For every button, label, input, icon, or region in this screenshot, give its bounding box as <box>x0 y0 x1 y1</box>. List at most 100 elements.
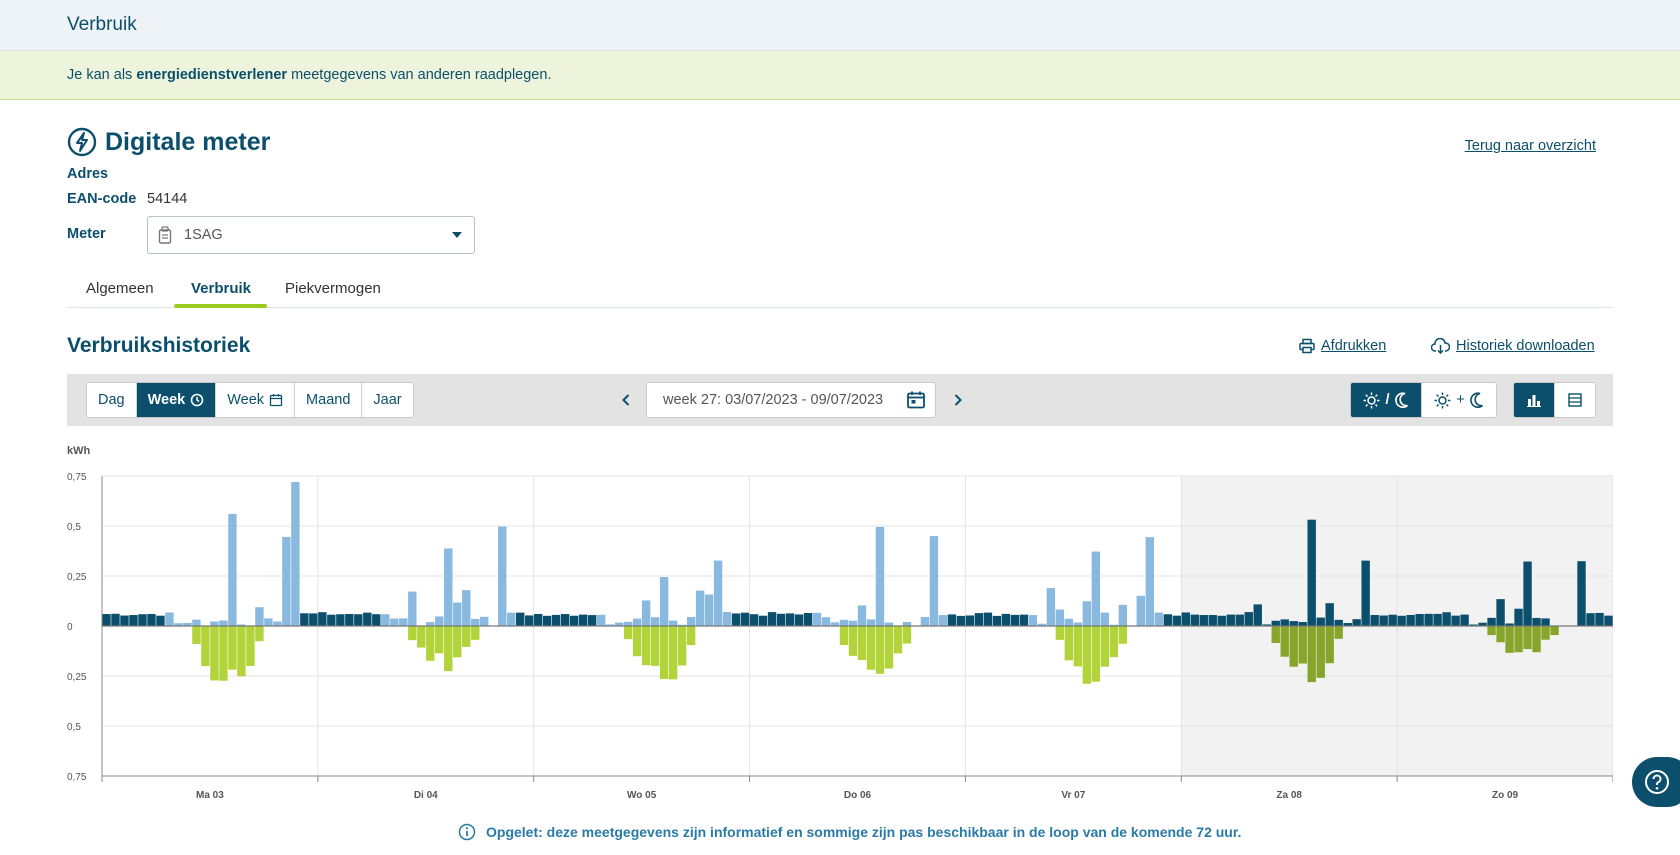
injection-bar <box>650 626 660 666</box>
period-year-button[interactable]: Jaar <box>362 383 413 417</box>
consumption-bar <box>1028 615 1038 626</box>
table-view-button[interactable] <box>1555 383 1595 417</box>
consumption-bar <box>1514 608 1523 626</box>
period-day-button[interactable]: Dag <box>87 383 137 417</box>
injection-bar <box>1118 626 1128 644</box>
consumption-bar <box>498 526 507 626</box>
injection-bar <box>893 626 903 654</box>
injection-bar <box>1109 626 1119 658</box>
consumption-bar <box>713 560 723 626</box>
injection-bar <box>641 626 651 666</box>
consumption-bar <box>866 619 876 626</box>
consumption-bar <box>219 620 228 626</box>
y-tick-label: 0,5 <box>67 522 81 533</box>
previous-week-button[interactable] <box>621 391 631 412</box>
consumption-bar <box>974 613 984 626</box>
consumption-bar <box>228 513 237 626</box>
consumption-bar <box>1577 561 1586 626</box>
consumption-bar <box>848 620 858 626</box>
consumption-bar <box>1316 617 1325 626</box>
consumption-bar <box>794 614 804 626</box>
y-tick-label: 0,25 <box>67 572 87 583</box>
consumption-bar <box>704 594 714 626</box>
y-tick-label: 0,75 <box>67 772 87 783</box>
consumption-bar <box>1010 614 1020 626</box>
meter-title: Digitale meter <box>105 127 271 156</box>
consumption-bar <box>1082 601 1092 626</box>
consumption-bar <box>1172 615 1181 626</box>
period-week-hours-button[interactable]: Week <box>136 383 217 417</box>
moon-icon <box>1394 392 1408 408</box>
consumption-bar <box>291 482 300 626</box>
consumption-bar <box>659 577 669 626</box>
injection-bar <box>1100 626 1110 667</box>
consumption-bar <box>1271 620 1280 626</box>
consumption-bar <box>1154 612 1163 626</box>
page-title: Verbruik <box>67 14 137 35</box>
consumption-bar <box>1181 612 1190 626</box>
injection-bar <box>1073 626 1083 667</box>
help-button[interactable] <box>1632 757 1680 807</box>
consumption-bar <box>129 615 138 626</box>
download-history-label: Historiek downloaden <box>1456 338 1595 354</box>
ean-label: EAN-code <box>67 191 137 207</box>
consumption-bar <box>821 617 831 626</box>
injection-bar <box>192 626 201 645</box>
injection-bar <box>1550 626 1559 636</box>
data-disclaimer-text: Opgelet: deze meetgegevens zijn informat… <box>486 824 1242 840</box>
back-to-overview-link[interactable]: Terug naar overzicht <box>1465 138 1596 154</box>
consumption-bar <box>1046 588 1056 626</box>
consumption-bar <box>192 619 201 626</box>
tab-piekvermogen[interactable]: Piekvermogen <box>285 280 381 297</box>
x-tick-label: Za 08 <box>1276 790 1302 800</box>
consumption-bar <box>345 614 354 626</box>
consumption-bar <box>390 618 399 626</box>
injection-bar <box>462 626 471 647</box>
calendar-icon <box>269 394 283 407</box>
week-picker[interactable]: week 27: 03/07/2023 - 09/07/2023 <box>646 382 936 418</box>
consumption-bar <box>255 607 264 626</box>
consumption-bar <box>965 615 975 626</box>
consumption-chart: kWh 0,75 0,5 0,25 0 0,25 0,5 0,75 Ma 03 Di 04 Wo 0… <box>67 440 1614 801</box>
consumption-bar <box>785 613 795 626</box>
period-week-days-button[interactable]: Week <box>216 383 296 417</box>
consumption-bar <box>632 618 642 626</box>
consumption-bar <box>1253 604 1262 626</box>
consumption-bar <box>1406 614 1415 626</box>
tariff-combined-button[interactable]: + <box>1422 383 1496 417</box>
injection-bar <box>1064 626 1074 661</box>
consumption-bar <box>1325 603 1334 626</box>
next-week-button[interactable] <box>953 391 963 412</box>
info-icon <box>458 823 476 841</box>
consumption-bar <box>578 614 588 626</box>
injection-bar <box>677 626 687 666</box>
consumption-bar <box>803 612 813 626</box>
injection-bar <box>435 626 444 654</box>
consumption-bar <box>300 613 309 626</box>
tab-algemeen[interactable]: Algemeen <box>86 280 154 297</box>
consumption-bar <box>1460 614 1469 626</box>
tab-verbruik[interactable]: Verbruik <box>191 280 251 297</box>
consumption-bar <box>992 615 1002 626</box>
consumption-bar <box>327 614 336 626</box>
injection-bar <box>471 626 480 640</box>
consumption-bar <box>111 613 120 626</box>
x-tick-label: Zo 09 <box>1492 790 1519 800</box>
meter-select[interactable]: 1SAG <box>147 216 475 254</box>
consumption-bar <box>1541 618 1550 626</box>
period-month-button[interactable]: Maand <box>295 383 363 417</box>
consumption-bar <box>165 612 174 626</box>
injection-bar <box>668 626 678 680</box>
data-disclaimer: Opgelet: deze meetgegevens zijn informat… <box>458 823 1241 841</box>
info-banner-bold: energiedienstverlener <box>136 67 288 83</box>
print-link[interactable]: Afdrukken <box>1299 338 1386 354</box>
injection-bar <box>875 626 885 674</box>
consumption-bar <box>462 590 471 626</box>
consumption-bar <box>1397 615 1406 626</box>
download-history-link[interactable]: Historiek downloaden <box>1431 338 1595 354</box>
consumption-bar <box>1586 613 1595 626</box>
consumption-bar <box>1136 595 1146 626</box>
chart-view-button[interactable] <box>1514 383 1555 417</box>
consumption-bar <box>560 614 570 626</box>
tariff-split-button[interactable]: / <box>1351 383 1422 417</box>
